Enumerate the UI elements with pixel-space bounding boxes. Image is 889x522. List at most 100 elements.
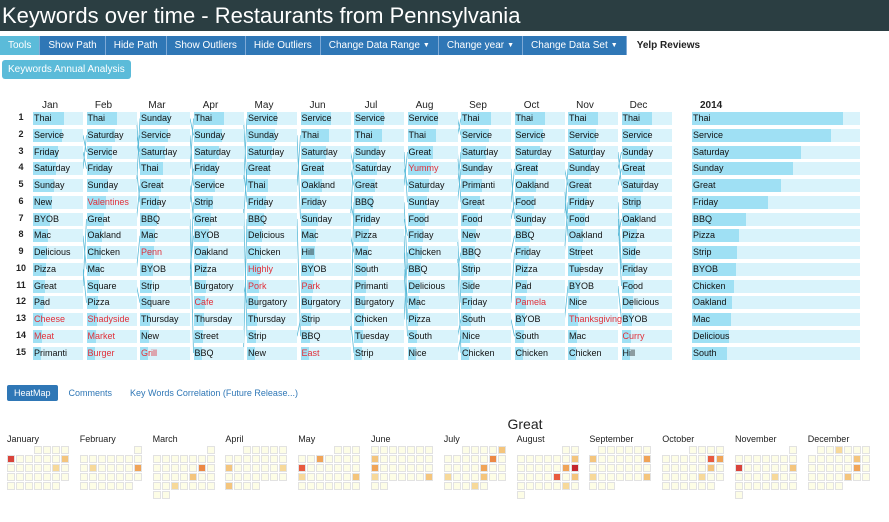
- keyword-cell[interactable]: Chicken: [461, 346, 511, 360]
- heatmap-day-cell[interactable]: [479, 482, 488, 490]
- heatmap-day-cell[interactable]: [279, 473, 288, 481]
- heatmap-day-cell[interactable]: [816, 464, 825, 472]
- keyword-cell[interactable]: Thai: [568, 112, 618, 125]
- heatmap-day-cell[interactable]: [834, 464, 843, 472]
- heatmap-day-cell[interactable]: [43, 482, 51, 490]
- heatmap-day-cell[interactable]: [307, 473, 316, 481]
- heatmap-day-cell[interactable]: [270, 455, 279, 463]
- heatmap-day-cell[interactable]: [780, 473, 788, 481]
- heatmap-day-cell[interactable]: [643, 446, 652, 454]
- keyword-cell[interactable]: Tuesday: [568, 262, 618, 276]
- keyword-cell[interactable]: Strip: [354, 346, 404, 360]
- heatmap-day-cell[interactable]: [452, 455, 461, 463]
- keyword-cell[interactable]: Saturday: [407, 179, 458, 192]
- heatmap-day-cell[interactable]: [534, 455, 543, 463]
- keyword-cell[interactable]: Pizza: [354, 229, 404, 243]
- keyword-cell[interactable]: Highly: [247, 262, 297, 276]
- keyword-cell[interactable]: Service: [193, 179, 244, 192]
- keyword-cell[interactable]: Street: [193, 329, 244, 343]
- heatmap-day-cell[interactable]: [834, 446, 843, 454]
- heatmap-day-cell[interactable]: [34, 464, 42, 472]
- heatmap-day-cell[interactable]: [234, 482, 243, 490]
- heatmap-day-cell[interactable]: [716, 464, 725, 472]
- heatmap-day-cell[interactable]: [861, 446, 870, 454]
- heatmap-day-cell[interactable]: [689, 473, 698, 481]
- heatmap-day-cell[interactable]: [689, 446, 698, 454]
- heatmap-day-cell[interactable]: [534, 482, 543, 490]
- heatmap-day-cell[interactable]: [789, 464, 797, 472]
- heatmap-day-cell[interactable]: [343, 482, 352, 490]
- heatmap-day-cell[interactable]: [206, 455, 215, 463]
- heatmap-day-cell[interactable]: [570, 464, 579, 472]
- heatmap-day-cell[interactable]: [852, 455, 861, 463]
- heatmap-day-cell[interactable]: [561, 446, 570, 454]
- heatmap-day-cell[interactable]: [380, 464, 388, 472]
- keyword-cell[interactable]: Service: [568, 128, 618, 142]
- heatmap-day-cell[interactable]: [7, 482, 15, 490]
- heatmap-day-cell[interactable]: [616, 446, 625, 454]
- keyword-cell[interactable]: Thai: [193, 112, 244, 125]
- tab-keyword-correlation[interactable]: Key Words Correlation (Future Release...…: [123, 385, 305, 401]
- heatmap-day-cell[interactable]: [680, 455, 689, 463]
- keyword-cell[interactable]: Grill: [140, 346, 190, 360]
- heatmap-day-cell[interactable]: [115, 473, 124, 481]
- heatmap-day-cell[interactable]: [443, 473, 452, 481]
- heatmap-day-cell[interactable]: [43, 473, 51, 481]
- heatmap-day-cell[interactable]: [43, 455, 51, 463]
- heatmap-day-cell[interactable]: [634, 455, 643, 463]
- keyword-cell[interactable]: Great: [514, 162, 565, 176]
- heatmap-day-cell[interactable]: [789, 473, 797, 481]
- keyword-cell[interactable]: Service: [621, 128, 672, 142]
- keyword-cell[interactable]: Service: [514, 128, 565, 142]
- heatmap-day-cell[interactable]: [88, 455, 97, 463]
- heatmap-day-cell[interactable]: [461, 455, 470, 463]
- heatmap-day-cell[interactable]: [161, 455, 170, 463]
- heatmap-day-cell[interactable]: [206, 446, 215, 454]
- keyword-cell[interactable]: Service: [300, 112, 351, 125]
- heatmap-day-cell[interactable]: [534, 473, 543, 481]
- heatmap-day-cell[interactable]: [589, 464, 598, 472]
- heatmap-day-cell[interactable]: [343, 464, 352, 472]
- heatmap-day-cell[interactable]: [425, 455, 433, 463]
- heatmap-day-cell[interactable]: [452, 473, 461, 481]
- heatmap-day-cell[interactable]: [570, 446, 579, 454]
- keyword-cell[interactable]: Burgatory: [300, 296, 351, 310]
- keyword-cell[interactable]: Friday: [140, 195, 190, 209]
- keyword-cell[interactable]: Tuesday: [354, 329, 404, 343]
- keyword-cell[interactable]: Sunday: [140, 112, 190, 125]
- heatmap-day-cell[interactable]: [735, 482, 743, 490]
- heatmap-day-cell[interactable]: [552, 482, 561, 490]
- heatmap-day-cell[interactable]: [689, 455, 698, 463]
- keyword-cell[interactable]: South: [461, 313, 511, 326]
- keyword-cell[interactable]: Friday: [300, 195, 351, 209]
- heatmap-day-cell[interactable]: [124, 482, 133, 490]
- keyword-cell[interactable]: Saturday: [568, 145, 618, 159]
- heatmap-day-cell[interactable]: [735, 491, 743, 499]
- heatmap-day-cell[interactable]: [552, 464, 561, 472]
- heatmap-day-cell[interactable]: [206, 482, 215, 490]
- heatmap-day-cell[interactable]: [716, 446, 725, 454]
- keyword-cell[interactable]: Great: [354, 179, 404, 192]
- keyword-cell[interactable]: Food: [568, 212, 618, 226]
- heatmap-day-cell[interactable]: [416, 455, 424, 463]
- keyword-cell[interactable]: South: [514, 329, 565, 343]
- heatmap-day-cell[interactable]: [61, 464, 69, 472]
- keyword-cell[interactable]: Strip: [140, 279, 190, 293]
- heatmap-day-cell[interactable]: [88, 473, 97, 481]
- keyword-cell[interactable]: Food: [407, 212, 458, 226]
- heatmap-day-cell[interactable]: [371, 464, 379, 472]
- keyword-cell[interactable]: Thai: [140, 162, 190, 176]
- heatmap-day-cell[interactable]: [861, 473, 870, 481]
- keyword-cell[interactable]: Mac: [568, 329, 618, 343]
- heatmap-day-cell[interactable]: [470, 464, 479, 472]
- keyword-cell[interactable]: Great: [461, 195, 511, 209]
- keyword-cell[interactable]: Mac: [140, 229, 190, 243]
- keyword-cell[interactable]: Strip: [300, 313, 351, 326]
- keyword-cell[interactable]: Friday: [514, 246, 565, 259]
- keyword-cell[interactable]: Chicken: [514, 346, 565, 360]
- heatmap-day-cell[interactable]: [7, 473, 15, 481]
- heatmap-day-cell[interactable]: [316, 455, 325, 463]
- heatmap-day-cell[interactable]: [543, 473, 552, 481]
- keyword-cell[interactable]: Chicken: [86, 246, 137, 259]
- heatmap-day-cell[interactable]: [552, 473, 561, 481]
